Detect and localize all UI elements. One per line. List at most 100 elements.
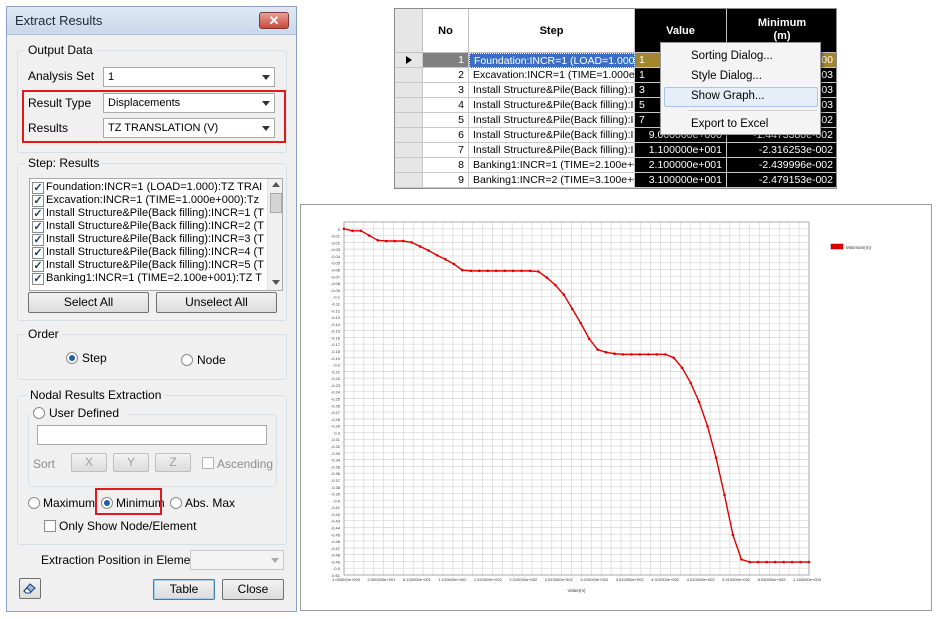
table-cell-step[interactable]: Install Structure&Pile(Back filling):IN — [469, 83, 635, 98]
checkbox[interactable] — [32, 247, 44, 259]
row-header[interactable] — [395, 113, 423, 128]
row-header[interactable] — [395, 173, 423, 188]
table-cell-step[interactable]: Banking1:INCR=2 (TIME=3.100e+00 — [469, 173, 635, 188]
checkbox[interactable] — [32, 260, 44, 272]
table-cell-no[interactable]: 3 — [423, 83, 469, 98]
list-scrollbar[interactable] — [267, 179, 282, 290]
checkbox[interactable] — [32, 234, 44, 246]
row-header[interactable] — [395, 98, 423, 113]
absmax-radio[interactable] — [170, 497, 182, 509]
extraction-position-label: Extraction Position in Element — [41, 553, 201, 567]
context-menu: Sorting Dialog... Style Dialog... Show G… — [660, 42, 821, 135]
checkbox[interactable] — [32, 221, 44, 233]
extraction-position-combo[interactable] — [190, 550, 284, 570]
y-tick-label: -0.02 — [331, 240, 341, 245]
table-cell-step[interactable]: Foundation:INCR=1 (LOAD=1.000) — [469, 53, 635, 68]
ascending-checkbox[interactable] — [202, 457, 214, 469]
close-icon[interactable]: ✕ — [259, 12, 289, 29]
menu-item-style-dialog[interactable]: Style Dialog... — [691, 70, 762, 82]
x-tick-label: 1.510000e+002 — [474, 577, 503, 582]
analysis-set-combo[interactable]: 1 — [103, 67, 275, 87]
row-header[interactable] — [395, 53, 423, 68]
data-point — [469, 269, 473, 273]
data-point — [528, 269, 532, 273]
data-point — [520, 269, 523, 273]
table-cell-value[interactable]: 3.100000e+001 — [635, 173, 727, 188]
eraser-icon — [23, 583, 36, 594]
row-header[interactable] — [395, 143, 423, 158]
menu-item-show-graph[interactable]: Show Graph... — [691, 90, 765, 102]
table-cell-step[interactable]: Install Structure&Pile(Back filling):IN — [469, 113, 635, 128]
table-cell-value[interactable]: 1.100000e+001 — [635, 143, 727, 158]
data-point — [697, 400, 701, 404]
row-header[interactable] — [395, 68, 423, 83]
data-point — [477, 269, 481, 273]
step-results-list[interactable]: Foundation:INCR=1 (LOAD=1.000):TZ TRAI E… — [29, 178, 283, 291]
user-defined-radio[interactable] — [33, 407, 45, 419]
table-cell-value[interactable]: 2.100000e+001 — [635, 158, 727, 173]
eraser-button[interactable] — [19, 578, 41, 599]
unselect-all-button[interactable]: Unselect All — [156, 292, 277, 313]
table-cell-step[interactable]: Install Structure&Pile(Back filling):IN — [469, 98, 635, 113]
analysis-set-label: Analysis Set — [28, 69, 95, 83]
x-tick-label: 1.000000e+000 — [332, 577, 361, 582]
maximum-radio[interactable] — [28, 497, 40, 509]
data-point — [723, 493, 726, 497]
table-cell-no[interactable]: 2 — [423, 68, 469, 83]
y-tick-label: -0.31 — [331, 437, 341, 442]
user-defined-input[interactable] — [37, 425, 267, 445]
table-cell-no[interactable]: 6 — [423, 128, 469, 143]
select-all-button[interactable]: Select All — [28, 292, 149, 313]
sort-x-button[interactable]: X — [71, 453, 107, 472]
scroll-up-icon[interactable] — [272, 182, 280, 187]
menu-item-sorting-dialog[interactable]: Sorting Dialog... — [691, 50, 773, 62]
data-point — [756, 560, 760, 564]
scroll-down-icon[interactable] — [272, 280, 280, 285]
data-point — [765, 560, 769, 564]
table-cell-no[interactable]: 5 — [423, 113, 469, 128]
only-show-label: Only Show Node/Element — [59, 519, 197, 533]
row-header[interactable] — [395, 83, 423, 98]
table-cell-no[interactable]: 7 — [423, 143, 469, 158]
row-pointer-icon — [406, 56, 412, 64]
table-cell-no[interactable]: 4 — [423, 98, 469, 113]
close-button[interactable]: Close — [222, 579, 284, 600]
checkbox[interactable] — [32, 273, 44, 285]
row-header[interactable] — [395, 128, 423, 143]
checkbox[interactable] — [32, 195, 44, 207]
data-point — [376, 239, 380, 242]
column-header-no[interactable]: No — [423, 9, 469, 53]
y-tick-label: -0.27 — [331, 410, 341, 415]
dialog-title-bar[interactable]: Extract Results ✕ — [7, 7, 296, 35]
sort-z-button[interactable]: Z — [155, 453, 191, 472]
table-cell-no[interactable]: 1 — [423, 53, 469, 68]
data-point — [799, 560, 802, 564]
order-step-radio[interactable] — [66, 352, 78, 364]
sort-label: Sort — [33, 457, 56, 471]
table-cell-step[interactable]: Banking1:INCR=1 (TIME=2.100e+00 — [469, 158, 635, 173]
sort-y-button[interactable]: Y — [113, 453, 149, 472]
y-tick-label: 0 — [338, 227, 341, 232]
data-point — [427, 249, 430, 252]
table-cell-minimum[interactable]: -2.479153e-002 — [727, 173, 836, 188]
row-header[interactable] — [395, 158, 423, 173]
table-cell-minimum[interactable]: -2.439996e-002 — [727, 158, 836, 173]
column-header-step[interactable]: Step — [469, 9, 635, 53]
table-cell-minimum[interactable]: -2.316253e-002 — [727, 143, 836, 158]
data-point — [740, 558, 743, 561]
checkbox[interactable] — [32, 208, 44, 220]
table-cell-no[interactable]: 9 — [423, 173, 469, 188]
x-tick-label: 3.010000e+002 — [580, 577, 609, 582]
table-cell-step[interactable]: Install Structure&Pile(Back filling):IN — [469, 143, 635, 158]
scroll-thumb[interactable] — [270, 193, 282, 213]
data-point — [461, 268, 464, 272]
table-cell-step[interactable]: Excavation:INCR=1 (TIME=1.000e+0 — [469, 68, 635, 83]
order-node-radio[interactable] — [181, 354, 193, 366]
table-cell-step[interactable]: Install Structure&Pile(Back filling):IN — [469, 128, 635, 143]
checkbox[interactable] — [32, 182, 44, 194]
menu-item-export-excel[interactable]: Export to Excel — [691, 118, 768, 130]
only-show-checkbox[interactable] — [44, 520, 56, 532]
table-button[interactable]: Table — [153, 579, 215, 600]
table-cell-no[interactable]: 8 — [423, 158, 469, 173]
y-tick-label: -0.47 — [331, 546, 341, 551]
